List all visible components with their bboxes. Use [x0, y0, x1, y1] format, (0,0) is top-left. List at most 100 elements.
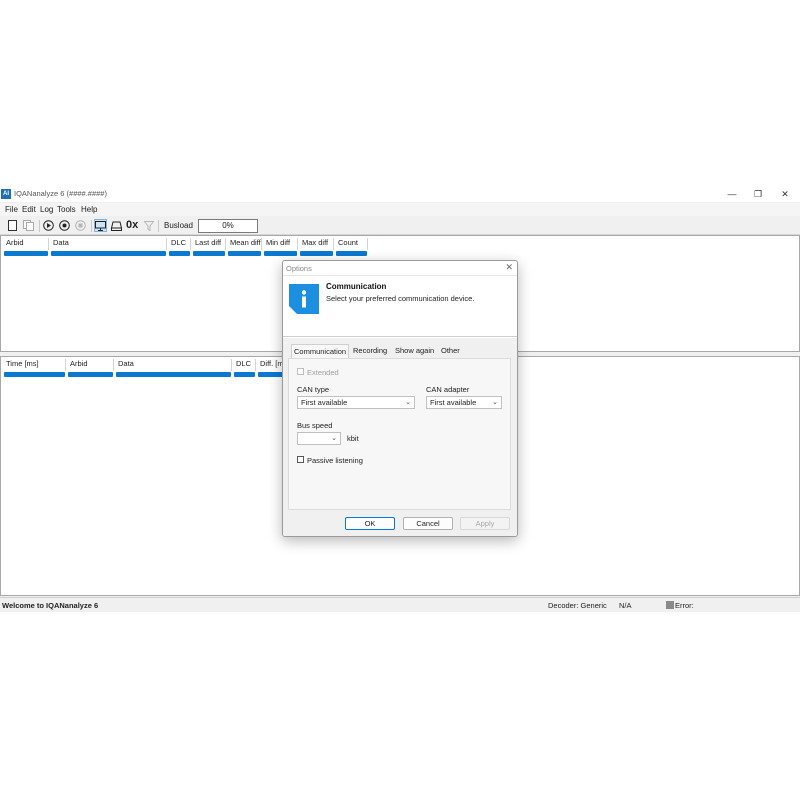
column-header-arbid[interactable]: Arbid [67, 359, 114, 371]
column-filter-bar[interactable] [51, 251, 166, 256]
busload-indicator: 0% [198, 219, 258, 233]
passive-listening-checkbox[interactable] [297, 456, 304, 463]
device-button[interactable] [110, 219, 123, 232]
can-type-label: CAN type [297, 385, 330, 394]
hex-toggle-button[interactable]: 0x [126, 219, 138, 231]
app-logo-icon: AI [1, 189, 11, 199]
column-header-max-diff[interactable]: Max diff [299, 238, 334, 250]
column-header-data[interactable]: Data [115, 359, 232, 371]
dialog-header: Communication Select your preferred comm… [283, 275, 517, 337]
column-filter-bar[interactable] [116, 372, 231, 377]
record-button[interactable] [58, 219, 71, 232]
column-header-time[interactable]: Time [ms] [3, 359, 66, 371]
window-title: IQANanalyze 6 (####.####) [14, 189, 107, 198]
status-bar: Welcome to IQANanalyze 6 Decoder: Generi… [0, 597, 800, 612]
options-dialog: Options ✕ Communication Select your pref… [282, 260, 518, 537]
drive-icon [111, 221, 122, 231]
new-file-button[interactable] [6, 219, 19, 232]
maximize-button[interactable]: ❐ [748, 188, 768, 200]
chevron-down-icon: ⌄ [331, 435, 337, 442]
stop-icon [75, 220, 86, 231]
info-icon [289, 284, 319, 314]
column-filter-bar[interactable] [4, 251, 48, 256]
column-header-diff[interactable]: Diff. [ms] [257, 359, 283, 371]
column-filter-bar[interactable] [68, 372, 113, 377]
dialog-title: Options [286, 264, 312, 273]
can-type-select[interactable]: First available ⌄ [297, 396, 415, 409]
tab-other[interactable]: Other [439, 346, 462, 358]
apply-button[interactable]: Apply [460, 517, 510, 530]
play-button[interactable] [42, 219, 55, 232]
error-status: Error: [675, 601, 694, 610]
toolbar-separator [158, 220, 159, 232]
decoder-status: Decoder: Generic [548, 601, 607, 610]
column-header-dlc[interactable]: DLC [168, 238, 191, 250]
column-header-mean-diff[interactable]: Mean diff [227, 238, 262, 250]
column-header-min-diff[interactable]: Min diff [263, 238, 298, 250]
error-indicator-icon [666, 601, 674, 609]
can-adapter-value: First available [430, 398, 477, 407]
filter-button[interactable] [142, 219, 155, 232]
toolbar: 0x Busload 0% [0, 217, 800, 235]
stop-button[interactable] [74, 219, 87, 232]
column-filter-bar[interactable] [193, 251, 225, 256]
status-message: Welcome to IQANanalyze 6 [2, 601, 99, 610]
dialog-title-bar: Options ✕ [283, 261, 517, 275]
tab-show-again[interactable]: Show again [393, 346, 436, 358]
cancel-button[interactable]: Cancel [403, 517, 453, 530]
filter-icon [143, 220, 154, 231]
column-filter-bar[interactable] [228, 251, 261, 256]
bus-speed-select[interactable]: ⌄ [297, 432, 341, 445]
column-header-count[interactable]: Count [335, 238, 368, 250]
tab-communication[interactable]: Communication [291, 344, 349, 358]
menu-edit[interactable]: Edit [22, 205, 36, 214]
tab-recording[interactable]: Recording [351, 346, 389, 358]
column-filter-bar[interactable] [4, 372, 65, 377]
column-filter-bar[interactable] [264, 251, 297, 256]
extended-label: Extended [307, 368, 339, 377]
column-header-data[interactable]: Data [50, 238, 167, 250]
can-adapter-label: CAN adapter [426, 385, 470, 394]
busload-label: Busload [164, 221, 193, 230]
menu-bar: File Edit Log Tools Help [0, 203, 800, 216]
play-icon [43, 220, 54, 231]
monitor-icon [95, 220, 106, 231]
column-header-last-diff[interactable]: Last diff [192, 238, 226, 250]
minimize-button[interactable]: — [722, 188, 742, 200]
chevron-down-icon: ⌄ [492, 399, 498, 406]
dialog-header-subtitle: Select your preferred communication devi… [326, 294, 475, 303]
menu-help[interactable]: Help [81, 205, 97, 214]
copy-icon [23, 220, 34, 231]
title-bar: AI IQANanalyze 6 (####.####) — ❐ ✕ [0, 186, 800, 202]
chevron-down-icon: ⌄ [405, 399, 411, 406]
toolbar-separator [39, 220, 40, 232]
bus-speed-label: Bus speed [297, 421, 333, 430]
extended-checkbox[interactable] [297, 368, 304, 375]
can-adapter-select[interactable]: First available ⌄ [426, 396, 502, 409]
dialog-body: Communication Recording Show again Other… [283, 338, 517, 536]
column-filter-bar[interactable] [300, 251, 333, 256]
tab-panel-communication: Extended CAN type First available ⌄ CAN … [288, 358, 511, 510]
close-button[interactable]: ✕ [775, 188, 795, 200]
column-filter-bar[interactable] [169, 251, 190, 256]
column-filter-bar[interactable] [258, 372, 283, 377]
monitor-button[interactable] [94, 219, 107, 232]
copy-button[interactable] [22, 219, 35, 232]
connection-status: N/A [619, 601, 632, 610]
menu-log[interactable]: Log [40, 205, 53, 214]
dialog-close-button[interactable]: ✕ [505, 262, 513, 273]
bus-speed-unit: kbit [347, 434, 359, 443]
menu-tools[interactable]: Tools [57, 205, 76, 214]
column-header-arbid[interactable]: Arbid [3, 238, 49, 250]
column-filter-bar[interactable] [234, 372, 255, 377]
column-header-dlc[interactable]: DLC [233, 359, 256, 371]
toolbar-separator [91, 220, 92, 232]
column-filter-bar[interactable] [336, 251, 367, 256]
dialog-header-title: Communication [326, 282, 387, 291]
can-type-value: First available [301, 398, 348, 407]
passive-listening-label: Passive listening [307, 456, 363, 465]
new-file-icon [8, 220, 17, 231]
record-icon [59, 220, 70, 231]
menu-file[interactable]: File [5, 205, 18, 214]
ok-button[interactable]: OK [345, 517, 395, 530]
